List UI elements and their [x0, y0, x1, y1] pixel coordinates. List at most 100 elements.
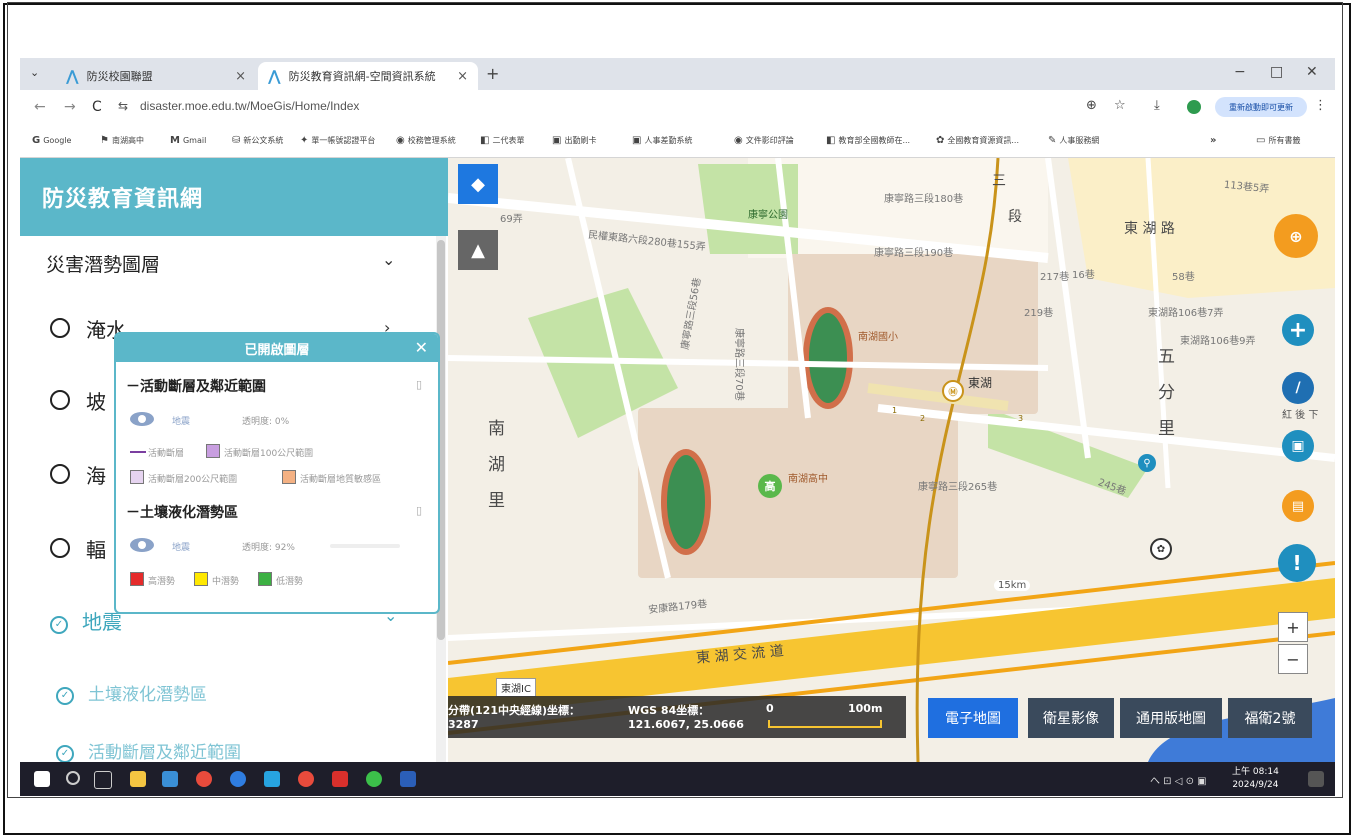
tab-disaster-gis[interactable]: ⋀ 防災教育資訊網-空間資訊系統 × [258, 62, 478, 90]
chevron-down-icon[interactable]: ⌄ [382, 250, 395, 269]
profile-avatar[interactable] [1187, 100, 1201, 114]
bookmark-item[interactable]: ▭ 所有書籤 [1256, 135, 1300, 146]
chrome-icon[interactable] [298, 771, 314, 787]
school-badge[interactable]: 高 [758, 474, 782, 498]
reload-button[interactable]: C [92, 99, 102, 115]
url-field[interactable]: disaster.moe.edu.tw/MoeGis/Home/Index [140, 99, 359, 113]
mrt-station-icon[interactable]: Ⓜ [942, 380, 964, 402]
bookmark-item[interactable]: ✿ 全國教育資源資訊... [936, 135, 1019, 146]
task-view-icon[interactable] [94, 771, 112, 789]
track-field [661, 449, 711, 555]
forward-button[interactable]: → [64, 99, 76, 115]
layer-item-liquefaction[interactable]: ✓ 土壤液化潛勢區 [56, 680, 207, 705]
minimize-button[interactable]: − [1234, 64, 1246, 80]
layer-item-slope[interactable]: 坡 [50, 386, 106, 415]
site-logo-icon: ⋀ [66, 67, 79, 85]
layers-button[interactable]: ◆ [458, 164, 498, 204]
bookmark-item[interactable]: ✎ 人事服務網 [1048, 135, 1099, 146]
maximize-button[interactable]: □ [1270, 64, 1283, 80]
radio-icon [50, 318, 70, 338]
back-button[interactable]: ← [34, 99, 46, 115]
browser-window: ⌄ ⋀ 防災校園聯盟 × ⋀ 防災教育資訊網-空間資訊系統 × + − □ ✕ … [20, 58, 1335, 796]
bookmark-item[interactable]: ⚑ 南湖高中 [100, 135, 144, 146]
bookmark-icon: ◉ [734, 135, 743, 146]
layer-item-radiation[interactable]: 輻 [50, 534, 106, 563]
pdf-icon[interactable] [332, 771, 348, 787]
exit-label: 1 [892, 406, 898, 415]
print-icon[interactable]: ▣ [1282, 430, 1314, 462]
tab-bar: ⌄ ⋀ 防災校園聯盟 × ⋀ 防災教育資訊網-空間資訊系統 × + − □ ✕ [20, 58, 1335, 90]
legend-label: 高潛勢 [148, 577, 176, 587]
trash-icon[interactable]: ▯ [416, 504, 422, 517]
bookmark-item[interactable]: M Gmail [170, 135, 206, 146]
bookmark-item[interactable]: ◉ 文件影印評論 [734, 135, 794, 146]
bookmark-label: 南湖高中 [111, 136, 144, 145]
bookmark-label: 單一帳號認證平台 [311, 136, 376, 145]
opacity-slider[interactable] [330, 544, 400, 548]
menu-icon[interactable]: ⋮ [1314, 98, 1327, 113]
tab-disaster-alliance[interactable]: ⋀ 防災校園聯盟 × [56, 62, 256, 90]
measure-icon[interactable]: / [1282, 372, 1314, 404]
clock[interactable]: 上午 08:14 2024/9/24 [1232, 766, 1279, 792]
layer-type-label: 地震 [172, 543, 191, 553]
update-button[interactable]: 重新啟動即可更新 [1215, 97, 1307, 117]
scale-start: 0 [766, 702, 774, 715]
system-tray[interactable]: へ ⊡ ◁ ⊙ ▣ [1150, 772, 1207, 787]
windows-start-icon[interactable] [34, 771, 50, 787]
zoom-in-button[interactable]: + [1278, 612, 1308, 642]
close-window-button[interactable]: ✕ [1306, 64, 1318, 80]
map-canvas[interactable]: ◆ ▲ 康寧路三段180巷 康寧路三段190巷 民權東路六段280巷155弄 6… [448, 158, 1335, 762]
chrome-icon[interactable] [196, 771, 212, 787]
trash-icon[interactable]: ▯ [416, 378, 422, 391]
book-icon[interactable]: ▤ [1282, 490, 1314, 522]
search-icon[interactable] [66, 771, 80, 785]
download-icon[interactable]: ⤓ [1154, 98, 1160, 113]
map-type-general[interactable]: 通用版地圖 [1120, 698, 1222, 738]
map-type-satellite[interactable]: 衛星影像 [1028, 698, 1114, 738]
poi-icon[interactable]: ✿ [1150, 538, 1172, 560]
alert-icon[interactable]: ! [1278, 544, 1316, 582]
tab-close-icon[interactable]: × [235, 69, 246, 84]
eye-icon[interactable] [130, 538, 154, 552]
map-type-formosat2[interactable]: 福衛2號 [1228, 698, 1312, 738]
bookmark-item[interactable]: » [1210, 135, 1219, 146]
close-icon[interactable]: ✕ [415, 338, 428, 357]
layer-item-active-fault[interactable]: ✓ 活動斷層及鄰近範圍 [56, 738, 241, 763]
app-icon[interactable] [230, 771, 246, 787]
zoom-icon[interactable]: ⊕ [1086, 98, 1097, 113]
map-type-electronic[interactable]: 電子地圖 [928, 698, 1018, 738]
bike-icon[interactable]: ⚲ [1138, 454, 1156, 472]
compass-icon[interactable]: ⊕ [1274, 214, 1318, 258]
bookmark-item[interactable]: ▣ 出勤刷卡 [552, 135, 596, 146]
layer-item-sea[interactable]: 海 [50, 460, 106, 489]
bookmark-item[interactable]: ◉ 校務管理系統 [396, 135, 456, 146]
site-info-icon[interactable]: ⇆ [118, 99, 128, 113]
notification-icon[interactable] [1308, 771, 1324, 787]
bookmark-item[interactable]: ⛁ 新公文系統 [232, 135, 283, 146]
app-icon[interactable] [264, 771, 280, 787]
tools-button[interactable]: ▲ [458, 230, 498, 270]
wgs-value: 121.6067, 25.0666 [628, 718, 744, 731]
bookmark-item[interactable]: ◧ 教育部全國教師在... [826, 135, 910, 146]
add-icon[interactable]: + [1282, 314, 1314, 346]
new-tab-button[interactable]: + [486, 64, 499, 83]
bookmark-star-icon[interactable]: ☆ [1114, 98, 1126, 113]
mail-icon[interactable] [162, 771, 178, 787]
layer-type-label: 地震 [172, 417, 191, 427]
legend-swatch [194, 572, 208, 586]
layer-item-earthquake[interactable]: ✓ 地震 [50, 606, 122, 635]
section-header-hazard-layers[interactable]: 災害潛勢圖層 [46, 250, 160, 277]
bookmark-label: 二代表單 [492, 136, 525, 145]
bookmark-item[interactable]: ✦ 單一帳號認證平台 [300, 135, 375, 146]
line-icon[interactable] [366, 771, 382, 787]
file-explorer-icon[interactable] [130, 771, 146, 787]
bookmark-item[interactable]: ▣ 人事差勤系統 [632, 135, 692, 146]
legend-swatch [206, 444, 220, 458]
zoom-out-button[interactable]: − [1278, 644, 1308, 674]
bookmark-item[interactable]: ◧ 二代表單 [480, 135, 524, 146]
word-icon[interactable] [400, 771, 416, 787]
eye-icon[interactable] [130, 412, 154, 426]
bookmark-item[interactable]: G Google [32, 135, 71, 146]
tab-close-icon[interactable]: × [457, 69, 468, 84]
tab-search-dropdown[interactable]: ⌄ [30, 66, 39, 79]
